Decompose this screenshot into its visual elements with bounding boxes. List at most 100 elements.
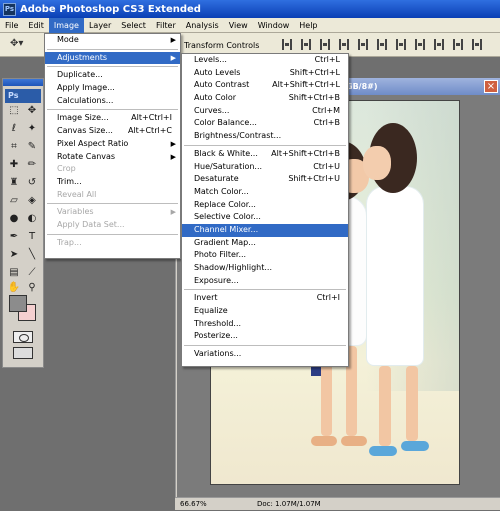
- clone-stamp-icon[interactable]: ♜: [7, 177, 21, 189]
- path-select-icon[interactable]: ➤: [7, 249, 21, 261]
- adjustments-item-brightness-contrast[interactable]: Brightness/Contrast...: [182, 130, 348, 143]
- menu-image[interactable]: Image: [48, 17, 84, 33]
- menu-layer[interactable]: Layer: [84, 18, 116, 33]
- zoom-tool-icon[interactable]: ⚲: [25, 282, 39, 294]
- distribute-vcenter-icon[interactable]: [415, 39, 425, 50]
- menu-item-label: Pixel Aspect Ratio: [57, 138, 129, 148]
- adjustments-item-auto-color[interactable]: Auto Color Shift+Ctrl+B: [182, 92, 348, 105]
- menu-view[interactable]: View: [224, 18, 253, 33]
- adjustments-item-invert[interactable]: Invert Ctrl+I: [182, 292, 348, 305]
- adjustments-item-posterize[interactable]: Posterize...: [182, 330, 348, 343]
- brush-tool-icon[interactable]: ✏: [25, 159, 39, 171]
- adjustments-item-hue-saturation[interactable]: Hue/Saturation... Ctrl+U: [182, 161, 348, 174]
- align-left-icon[interactable]: [339, 39, 349, 50]
- adjustments-item-gradient-map[interactable]: Gradient Map...: [182, 237, 348, 250]
- adjustments-item-auto-levels[interactable]: Auto Levels Shift+Ctrl+L: [182, 67, 348, 80]
- line-tool-icon[interactable]: ╲: [25, 249, 39, 261]
- healing-brush-icon[interactable]: ✚: [7, 159, 21, 171]
- menu-item-label: Posterize...: [194, 331, 238, 341]
- submenu-arrow-icon: ▶: [170, 36, 176, 44]
- screen-mode-icon[interactable]: [13, 347, 33, 359]
- adjustments-item-desaturate[interactable]: Desaturate Shift+Ctrl+U: [182, 173, 348, 186]
- move-tool-icon[interactable]: ✥▾: [10, 38, 32, 52]
- menu-filter[interactable]: Filter: [151, 18, 181, 33]
- adjustments-item-variations[interactable]: Variations...: [182, 348, 348, 361]
- adjustments-item-match-color[interactable]: Match Color...: [182, 186, 348, 199]
- move-tool-palette-icon[interactable]: ✥: [25, 105, 39, 117]
- distribute-top-icon[interactable]: [396, 39, 406, 50]
- adjustments-item-channel-mixer[interactable]: Channel Mixer...: [182, 223, 348, 237]
- adjustments-item-black-white[interactable]: Black & White... Alt+Shift+Ctrl+B: [182, 148, 348, 161]
- notes-tool-icon[interactable]: ▤: [7, 267, 21, 279]
- menu-item-shortcut: Ctrl+M: [312, 105, 340, 115]
- adjustments-item-auto-contrast[interactable]: Auto Contrast Alt+Shift+Ctrl+L: [182, 79, 348, 92]
- distribute-left-icon[interactable]: [453, 39, 463, 50]
- image-menu-item-image-size[interactable]: Image Size... Alt+Ctrl+I: [45, 112, 180, 125]
- image-menu-item-canvas-size[interactable]: Canvas Size... Alt+Ctrl+C: [45, 125, 180, 138]
- align-bottom-icon[interactable]: [320, 39, 330, 50]
- adjustments-item-color-balance[interactable]: Color Balance... Ctrl+B: [182, 117, 348, 130]
- paint-bucket-icon[interactable]: ◈: [25, 195, 39, 207]
- eyedropper-icon[interactable]: ⟋: [25, 267, 39, 279]
- hand-tool-icon[interactable]: ✋: [7, 282, 21, 294]
- adjustments-item-levels[interactable]: Levels... Ctrl+L: [182, 54, 348, 67]
- show-transform-controls-label[interactable]: ow Transform Controls: [170, 41, 259, 50]
- history-brush-icon[interactable]: ↺: [25, 177, 39, 189]
- menu-item-label: Brightness/Contrast...: [194, 131, 282, 141]
- align-top-icon[interactable]: [282, 39, 292, 50]
- quick-mask-icon[interactable]: [13, 331, 33, 343]
- menu-item-shortcut: Alt+Ctrl+C: [127, 126, 172, 136]
- distribute-bottom-icon[interactable]: [434, 39, 444, 50]
- foreground-color-swatch[interactable]: [9, 295, 27, 312]
- adjustments-item-threshold[interactable]: Threshold...: [182, 318, 348, 331]
- menu-item-label: Crop: [57, 164, 76, 174]
- menu-help[interactable]: Help: [294, 18, 322, 33]
- image-menu-item-apply-image[interactable]: Apply Image...: [45, 82, 180, 95]
- adjustments-item-curves[interactable]: Curves... Ctrl+M: [182, 105, 348, 118]
- menu-edit[interactable]: Edit: [23, 18, 49, 33]
- image-menu-item-duplicate[interactable]: Duplicate...: [45, 69, 180, 82]
- adjustments-item-equalize[interactable]: Equalize: [182, 305, 348, 318]
- crop-tool-icon[interactable]: ⌗: [7, 141, 21, 153]
- menu-item-shortcut: Alt+Shift+Ctrl+L: [272, 80, 340, 90]
- image-menu-item-calculations[interactable]: Calculations...: [45, 95, 180, 108]
- submenu-arrow-icon: ▶: [170, 208, 176, 217]
- zoom-level[interactable]: 66.67%: [180, 498, 207, 511]
- menu-file[interactable]: File: [0, 18, 23, 33]
- image-menu-item-pixel-aspect-ratio[interactable]: Pixel Aspect Ratio ▶: [45, 138, 180, 151]
- adjustments-item-exposure[interactable]: Exposure...: [182, 275, 348, 288]
- blur-tool-icon[interactable]: ●: [7, 213, 21, 225]
- menu-item-label: Image Size...: [57, 113, 109, 123]
- align-vcenter-icon[interactable]: [301, 39, 311, 50]
- image-menu-item-trim[interactable]: Trim...: [45, 176, 180, 189]
- lasso-tool-icon[interactable]: ℓ: [7, 123, 21, 135]
- pen-tool-icon[interactable]: ✒: [7, 231, 21, 243]
- menu-item-label: Invert: [194, 293, 218, 303]
- distribute-hcenter-icon[interactable]: [472, 39, 482, 50]
- marquee-tool-icon[interactable]: ⬚: [7, 105, 21, 117]
- image-menu-item-adjustments[interactable]: Adjustments ▶: [45, 51, 180, 65]
- type-tool-icon[interactable]: T: [25, 231, 39, 243]
- adjustments-item-replace-color[interactable]: Replace Color...: [182, 199, 348, 212]
- image-menu-item-rotate-canvas[interactable]: Rotate Canvas ▶: [45, 151, 180, 164]
- document-info[interactable]: Doc: 1.07M/1.07M: [257, 498, 321, 511]
- align-right-icon[interactable]: [377, 39, 387, 50]
- menu-window[interactable]: Window: [253, 18, 295, 33]
- menu-item-shortcut: Shift+Ctrl+L: [289, 67, 340, 77]
- adjustments-item-shadow-highlight[interactable]: Shadow/Highlight...: [182, 262, 348, 275]
- adjustments-item-photo-filter[interactable]: Photo Filter...: [182, 249, 348, 262]
- magic-wand-icon[interactable]: ✦: [25, 123, 39, 135]
- eraser-tool-icon[interactable]: ▱: [7, 195, 21, 207]
- image-menu-item-mode[interactable]: Mode ▶: [45, 34, 180, 47]
- adjustments-item-selective-color[interactable]: Selective Color...: [182, 211, 348, 224]
- close-icon[interactable]: ×: [484, 80, 498, 93]
- menu-analysis[interactable]: Analysis: [181, 18, 224, 33]
- palette-header[interactable]: [3, 79, 43, 86]
- menu-select[interactable]: Select: [116, 18, 151, 33]
- menu-item-shortcut: Ctrl+L: [314, 55, 340, 64]
- dodge-tool-icon[interactable]: ◐: [25, 213, 39, 225]
- menu-item-label: Exposure...: [194, 275, 239, 285]
- document-title: GB/8#): [346, 82, 378, 91]
- slice-tool-icon[interactable]: ✎: [25, 141, 39, 153]
- align-hcenter-icon[interactable]: [358, 39, 368, 50]
